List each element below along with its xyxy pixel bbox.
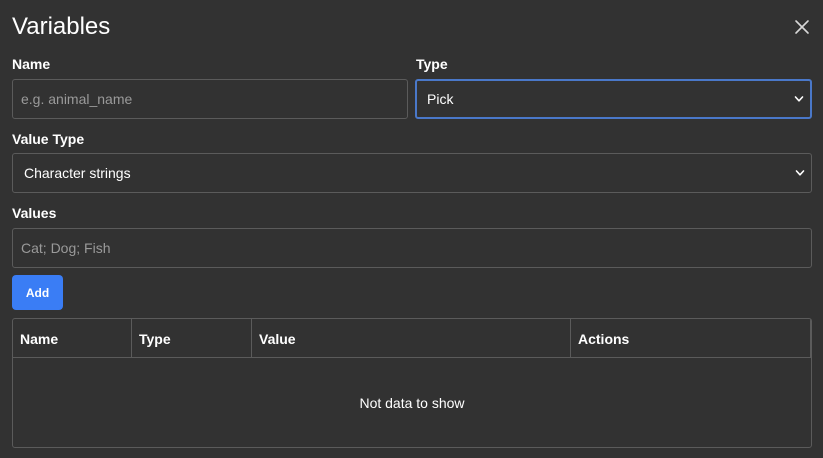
value-type-select[interactable]: Character strings xyxy=(12,153,812,193)
chevron-down-icon xyxy=(794,96,804,102)
table-header: Name Type Value Actions xyxy=(13,319,811,358)
chevron-down-icon xyxy=(795,170,805,176)
name-input[interactable] xyxy=(12,79,408,119)
close-icon[interactable] xyxy=(793,18,811,36)
dialog-title: Variables xyxy=(12,13,111,40)
type-label: Type xyxy=(416,56,448,72)
type-select-value: Pick xyxy=(427,91,454,107)
variables-dialog: Variables Name Type Pick Value Type Char… xyxy=(0,0,823,458)
values-label: Values xyxy=(12,205,57,221)
value-type-select-value: Character strings xyxy=(24,165,131,181)
values-input[interactable] xyxy=(12,228,812,268)
value-type-label: Value Type xyxy=(12,131,85,147)
column-header-type: Type xyxy=(132,319,252,358)
column-header-value: Value xyxy=(252,319,571,358)
add-button[interactable]: Add xyxy=(12,275,63,310)
column-header-actions: Actions xyxy=(571,319,811,358)
column-header-name: Name xyxy=(13,319,132,358)
variables-table: Name Type Value Actions Not data to show xyxy=(12,318,812,448)
type-select[interactable]: Pick xyxy=(415,79,812,119)
empty-message: Not data to show xyxy=(359,394,465,411)
name-label: Name xyxy=(12,56,51,72)
